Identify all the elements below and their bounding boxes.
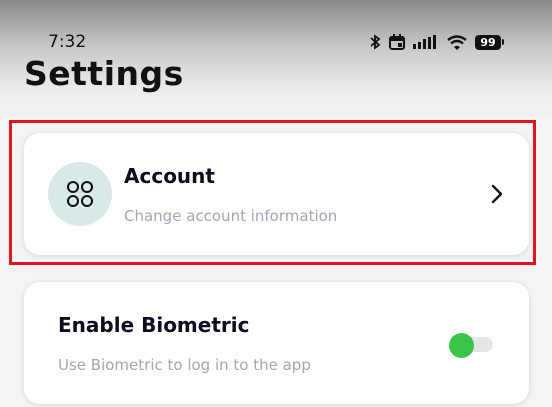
battery-icon: 99: [475, 34, 504, 50]
signal-icon: [413, 35, 439, 49]
biometric-toggle[interactable]: [449, 333, 493, 358]
battery-level: 99: [475, 34, 501, 50]
toggle-knob: [449, 333, 474, 358]
biometric-title: Enable Biometric: [58, 313, 250, 337]
biometric-subtitle: Use Biometric to log in to the app: [58, 356, 311, 374]
selection-highlight: [9, 120, 536, 265]
biometric-card: Enable Biometric Use Biometric to log in…: [24, 282, 529, 404]
status-icons: 99: [369, 32, 504, 52]
page-title: Settings: [24, 54, 184, 93]
status-time: 7:32: [48, 32, 87, 52]
status-bar: 7:32 99: [0, 0, 552, 60]
wifi-icon: [447, 34, 467, 50]
battery-nub: [502, 39, 504, 45]
bluetooth-icon: [369, 34, 381, 50]
calendar-icon: [389, 34, 405, 50]
